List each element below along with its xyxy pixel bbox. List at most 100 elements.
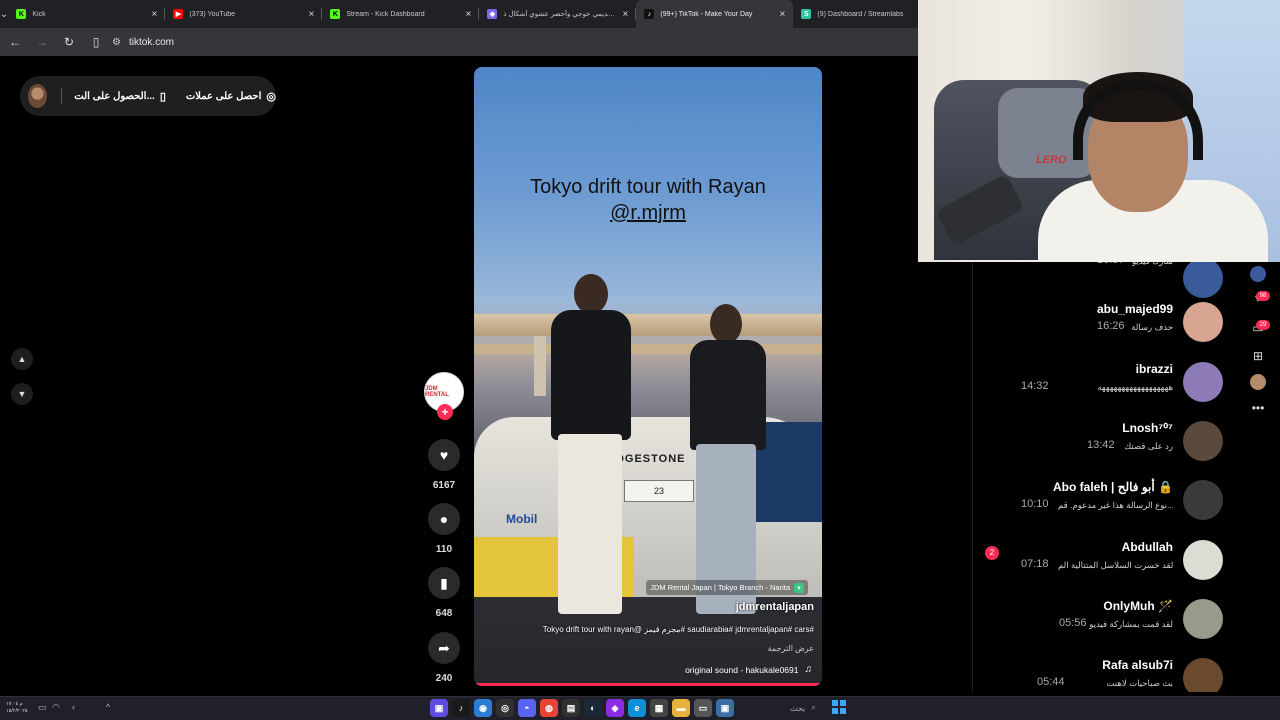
kick-icon: K — [330, 9, 341, 19]
video-title-handle[interactable]: @r.mjrm — [474, 200, 822, 226]
volume-icon[interactable]: ‹ — [72, 702, 75, 712]
screen-icon[interactable]: ▣ — [716, 699, 734, 717]
folder-icon[interactable]: ▬ — [672, 699, 690, 717]
previous-video-button[interactable]: ▲ — [11, 348, 33, 370]
conversation-avatar — [1183, 421, 1223, 461]
back-arrow-icon[interactable]: ← — [3, 30, 27, 54]
conversation-preview: نوع الرسالة هذا غير مدعوم. قم... — [1058, 500, 1173, 510]
notepad-icon[interactable]: ▭ — [694, 699, 712, 717]
search-icon: ⌕ — [811, 703, 816, 712]
comment-icon: ● — [439, 511, 449, 527]
tray-chevron-up-icon[interactable]: ^ — [106, 702, 110, 712]
side-panel-icon[interactable]: ▯ — [84, 30, 108, 54]
screen: ⌄ K Kick × ▶ (373) YouTube × K Stream - Kick Da… — [0, 0, 1280, 720]
close-tab-icon[interactable]: × — [152, 9, 158, 20]
taskbar-clock[interactable]: م ١٧:٠٤ ١٥/٢/٢٠٢٥ — [6, 701, 28, 715]
grid-app-icon[interactable]: ▦ — [650, 699, 668, 717]
coin-icon: ◎ — [266, 90, 276, 103]
share-arrow-icon: ➦ — [438, 639, 450, 656]
save-count: 648 — [435, 608, 453, 619]
tiktok-icon[interactable]: ♪ — [452, 699, 470, 717]
upload-plus-icon[interactable]: ⊞ — [1248, 346, 1268, 366]
video-scene-person — [546, 274, 636, 634]
conversation-preview: رد على قصتك — [1124, 441, 1173, 451]
browser-tab[interactable]: K Stream - Kick Dashboard × — [322, 0, 480, 28]
conversation-item[interactable]: Abdullah لقد خسرت السلاسل المتتالية الم..… — [973, 538, 1232, 594]
video-scene-head — [574, 274, 608, 314]
comment-button[interactable]: ● — [428, 503, 460, 535]
taskbar-search[interactable]: بحث ⌕ — [790, 703, 816, 713]
more-dots-icon[interactable]: ••• — [1248, 398, 1268, 418]
conversation-item[interactable]: Lnosh⁷⁰⁷ رد على قصتك 13:42 — [973, 419, 1232, 475]
browser-tab[interactable]: ▶ (373) YouTube × — [165, 0, 323, 28]
video-progress-fill — [474, 683, 819, 686]
video-progress-bar[interactable] — [474, 683, 822, 686]
conversation-name: Rafa alsub7i — [1102, 658, 1173, 672]
video-author[interactable]: jdmrentaljapan — [736, 601, 814, 613]
phone-icon: ▯ — [159, 90, 166, 103]
creator-avatar[interactable]: JDM RENTAL + — [424, 372, 464, 420]
conversation-time: 14:32 — [1021, 380, 1049, 392]
close-tab-icon[interactable]: × — [309, 9, 315, 20]
browser-tab[interactable]: ♪ (99+) TikTok - Make Your Day × — [636, 0, 794, 28]
user-avatar[interactable] — [28, 84, 48, 108]
kick-icon: K — [16, 9, 27, 19]
close-tab-icon[interactable]: × — [780, 9, 786, 20]
tab-search-icon[interactable]: ⌄ — [0, 0, 8, 28]
taskbar-search-label: بحث — [790, 703, 806, 713]
video-overlay-title: Tokyo drift tour with Rayan @r.mjrm — [474, 174, 822, 226]
game-icon[interactable]: ◈ — [606, 699, 624, 717]
like-button[interactable]: ♥ — [428, 439, 460, 471]
conversation-item[interactable]: abu_majed99 حذف رسالة 16:26 — [973, 300, 1232, 356]
browser-tab[interactable]: K Kick × — [8, 0, 166, 28]
rail-avatar[interactable] — [1248, 264, 1268, 284]
windows-start-icon[interactable] — [832, 700, 846, 714]
profile-avatar-image — [1250, 374, 1266, 390]
next-video-button[interactable]: ▼ — [11, 383, 33, 405]
share-button[interactable]: ➦ — [428, 632, 460, 664]
profile-avatar[interactable] — [1248, 372, 1268, 392]
edge-icon[interactable]: e — [628, 699, 646, 717]
chrome-icon[interactable]: ◍ — [540, 699, 558, 717]
conversation-item[interactable]: Abo faleh | أبو فالح 🔒 نوع الرسالة هذا غي… — [973, 478, 1232, 534]
conversation-item[interactable]: ibrazzi ههههههههههههههههههه 14:32 — [973, 360, 1232, 416]
file-explorer-icon[interactable]: ▣ — [430, 699, 448, 717]
webcam-chair-brand: LERO — [1036, 154, 1067, 166]
conversation-avatar — [1183, 658, 1223, 692]
conversation-item[interactable]: OnlyMuh 🪄 لقد قمت بمشاركة فيديو 05:56 — [973, 597, 1232, 653]
forward-arrow-icon[interactable]: → — [30, 30, 54, 54]
reload-icon[interactable]: ↻ — [57, 30, 81, 54]
notification-icon[interactable]: ▭ — [38, 702, 47, 713]
sound-link[interactable]: original sound - hakukale0691 ♫ — [685, 664, 812, 675]
conversation-preview: لقد قمت بمشاركة فيديو — [1089, 619, 1173, 629]
wifi-icon[interactable]: ◠ — [52, 702, 60, 713]
close-tab-icon[interactable]: × — [466, 9, 472, 20]
tab-title: (9) Dashboard / Streamlabs — [817, 10, 904, 18]
video-scene-head — [710, 304, 742, 344]
obs-icon[interactable]: ◎ — [496, 699, 514, 717]
site-info-icon[interactable]: ⚙ — [112, 37, 121, 48]
get-app-button[interactable]: الحصول على الت... ▯ — [74, 90, 166, 103]
get-coins-button[interactable]: احصل على عملات ◎ — [186, 90, 276, 103]
discord-icon[interactable]: ◓ — [518, 699, 536, 717]
steam-icon[interactable]: ◐ — [584, 699, 602, 717]
music-note-icon: ♫ — [804, 664, 813, 675]
see-translation-link[interactable]: عرض الترجمة — [768, 644, 814, 653]
save-button[interactable]: ▮ — [428, 567, 460, 599]
location-tag[interactable]: JDM Rental Japan | Tokyo Branch - Narita… — [646, 580, 808, 595]
follow-plus-icon[interactable]: + — [437, 404, 453, 420]
browser-tab[interactable]: ◆ عرض تقديمي خوجي وأحضر عشوي أشكال ذ × — [479, 0, 637, 28]
rail-avatar-image — [1250, 266, 1266, 282]
chat-icon[interactable]: ◉ — [474, 699, 492, 717]
conversation-time: 10:10 — [1021, 498, 1049, 510]
conversation-time: 13:42 — [1087, 439, 1115, 451]
video-player[interactable]: BRIDGESTONE Mobil 23 Tokyo drift tour wi… — [474, 67, 822, 686]
close-tab-icon[interactable]: × — [623, 9, 629, 20]
conversation-item[interactable]: Rafa alsub7i بث صباحيات لاهنت 05:44 — [973, 656, 1232, 692]
like-count: 6167 — [432, 480, 456, 491]
address-bar[interactable]: ⚙ tiktok.com — [112, 31, 892, 53]
tab-title: (99+) TikTok - Make Your Day — [660, 10, 753, 18]
webcam-overlay: LERO — [918, 0, 1280, 262]
browser-tab-bar: ⌄ K Kick × ▶ (373) YouTube × K Stream - Kick Da… — [0, 0, 951, 28]
capture-icon[interactable]: ▤ — [562, 699, 580, 717]
